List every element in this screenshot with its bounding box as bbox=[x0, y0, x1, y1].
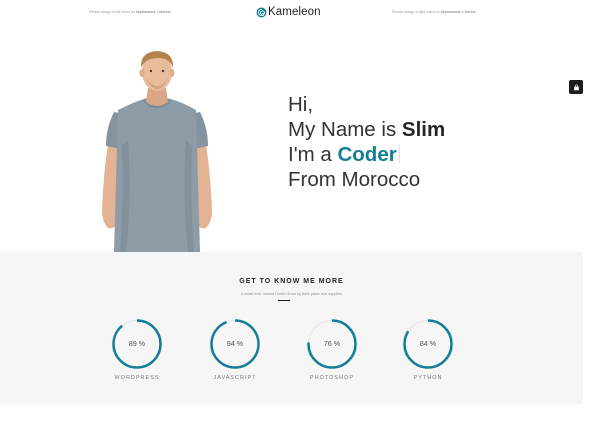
skill-javascript: 94 % JAVASCRIPT bbox=[200, 318, 270, 381]
skill-name: PYTHON bbox=[413, 375, 443, 381]
hero-greeting: Hi, bbox=[288, 93, 314, 116]
hero-role: Coder bbox=[337, 143, 397, 166]
hero-name-prefix: My Name is bbox=[288, 118, 402, 141]
spiral-logo-icon bbox=[256, 7, 267, 17]
hero-name: Slim bbox=[401, 118, 446, 141]
right-menu-notice-link[interactable]: Appearance > Menus bbox=[441, 10, 475, 14]
skills-title: GET TO KNOW ME MORE bbox=[239, 278, 344, 285]
left-menu-notice-text: Please assign a left menu on bbox=[89, 10, 136, 14]
progress-ring: 76 % bbox=[306, 318, 358, 370]
skill-name: JAVASCRIPT bbox=[213, 375, 257, 381]
skill-photoshop: 76 % PHOTOSHOP bbox=[297, 318, 367, 381]
skills-subtitle: A small river named Duden flows by their… bbox=[240, 292, 343, 296]
site-logo[interactable]: Kameleon bbox=[256, 4, 321, 20]
man-in-grey-tshirt-photo bbox=[102, 51, 212, 252]
hero-role-prefix: I'm a bbox=[288, 143, 338, 166]
left-menu-notice-link[interactable]: Appearance > Menus bbox=[136, 10, 170, 14]
shopping-bag-icon bbox=[573, 83, 579, 90]
skill-name: WORDPRESS bbox=[114, 375, 160, 381]
right-menu-notice-text: Please assign a right menu on bbox=[392, 10, 442, 14]
page: Please assign a left menu on Appearance … bbox=[0, 0, 600, 441]
skill-percent: 76 % bbox=[323, 339, 341, 348]
progress-ring: 94 % bbox=[209, 318, 261, 370]
skill-percent: 84 % bbox=[419, 339, 437, 348]
skills-divider bbox=[278, 300, 290, 301]
skills-section: GET TO KNOW ME MORE A small river named … bbox=[0, 252, 583, 404]
header: Please assign a left menu on Appearance … bbox=[0, 0, 600, 24]
typing-cursor bbox=[398, 145, 400, 163]
skill-python: 84 % PYTHON bbox=[393, 318, 463, 381]
skill-name: PHOTOSHOP bbox=[309, 375, 355, 381]
right-menu-notice: Please assign a right menu on Appearance… bbox=[392, 10, 475, 14]
hero-heading: Hi, My Name is Slim I'm a Coder From Mor… bbox=[288, 92, 445, 192]
hero-role-line: I'm a Coder bbox=[288, 142, 445, 167]
skill-wordpress: 89 % WORDPRESS bbox=[102, 318, 172, 381]
left-menu-notice: Please assign a left menu on Appearance … bbox=[89, 10, 170, 14]
progress-ring: 84 % bbox=[402, 318, 454, 370]
skill-percent: 89 % bbox=[128, 339, 146, 348]
hero-name-line: My Name is Slim bbox=[288, 117, 445, 142]
hero-location: From Morocco bbox=[288, 168, 421, 191]
cart-button[interactable] bbox=[569, 80, 583, 94]
logo-text: Kameleon bbox=[268, 6, 321, 18]
skill-percent: 94 % bbox=[226, 339, 244, 348]
progress-ring: 89 % bbox=[111, 318, 163, 370]
